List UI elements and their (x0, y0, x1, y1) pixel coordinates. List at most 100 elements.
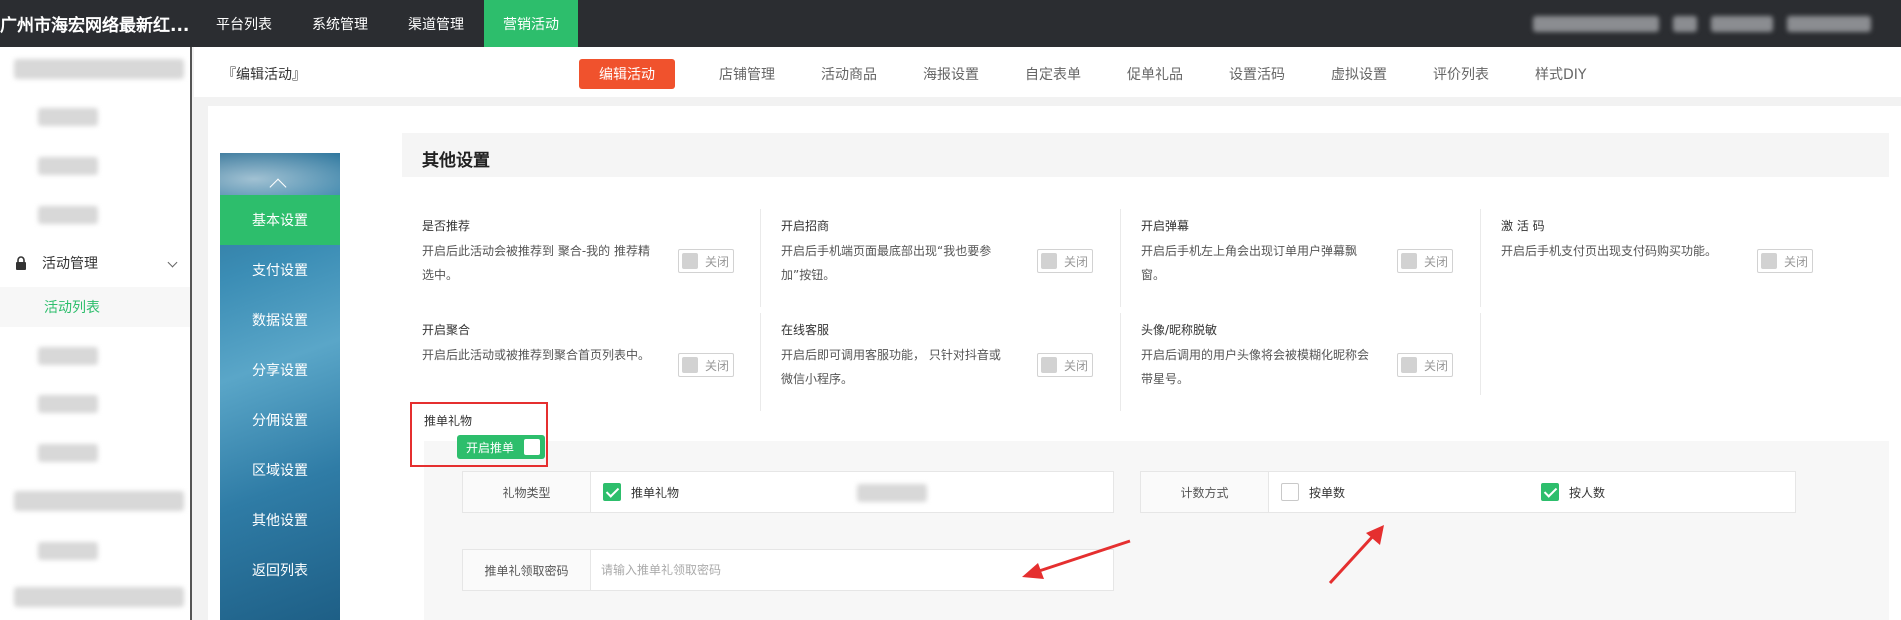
redacted-menu-item[interactable] (14, 587, 184, 607)
toggle-knob (524, 439, 540, 455)
toggle-knob (1041, 253, 1057, 269)
option-title: 激 活 码 (1501, 219, 1545, 233)
section-title: 其他设置 (422, 151, 490, 171)
gift-password-input[interactable] (591, 551, 1111, 589)
count-by-orders[interactable]: 按单数 (1281, 483, 1345, 501)
checkbox-checked-icon[interactable] (603, 483, 621, 501)
redacted-option[interactable] (857, 484, 927, 502)
gift-type-option[interactable]: 推单礼物 (603, 483, 679, 501)
aggregate-toggle[interactable]: 关闭 (678, 353, 734, 377)
top-bar: 广州市海宏网络最新红... 平台列表 系统管理 渠道管理 营销活动 (0, 0, 1901, 47)
nav-marketing[interactable]: 营销活动 (484, 0, 578, 47)
nav-channel-management[interactable]: 渠道管理 (388, 0, 484, 47)
toggle-label: 关闭 (705, 254, 730, 269)
menu-share-settings[interactable]: 分享设置 (220, 345, 340, 395)
menu-payment-settings[interactable]: 支付设置 (220, 245, 340, 295)
menu-back-to-list[interactable]: 返回列表 (220, 545, 340, 595)
online-service-toggle[interactable]: 关闭 (1037, 353, 1093, 377)
menu-basic-settings[interactable]: 基本设置 (220, 195, 340, 245)
tab-edit-activity[interactable]: 编辑活动 (579, 59, 675, 89)
option-online-service: 在线客服 开启后即可调用客服功能， 只针对抖音或微信小程序。 关闭 (760, 313, 1116, 411)
option-title: 在线客服 (781, 323, 830, 337)
option-empty-cell (1480, 313, 1836, 395)
sidebar-group-activity[interactable]: 活动管理 (0, 243, 190, 283)
option-activation-code: 激 活 码 开启后手机支付页出现支付码购买功能。 关闭 (1480, 209, 1836, 307)
option-desc: 开启后手机端页面最底部出现“我也要参加”按钮。 (781, 244, 992, 282)
redacted-text (1673, 15, 1697, 32)
tab-virtual-settings[interactable]: 虚拟设置 (1315, 59, 1403, 89)
redacted-menu-item[interactable] (14, 491, 184, 511)
tab-live-code[interactable]: 设置活码 (1213, 59, 1301, 89)
menu-data-settings[interactable]: 数据设置 (220, 295, 340, 345)
count-by-people[interactable]: 按人数 (1541, 483, 1605, 501)
lock-icon (16, 256, 26, 270)
gift-enable-toggle[interactable]: 开启推单 (457, 435, 545, 459)
menu-region-settings[interactable]: 区域设置 (220, 445, 340, 495)
redacted-text[interactable] (1787, 15, 1871, 32)
redacted-menu-item[interactable] (38, 542, 98, 560)
toggle-label: 关闭 (1784, 254, 1809, 269)
tab-activity-products[interactable]: 活动商品 (805, 59, 893, 89)
tab-poster-settings[interactable]: 海报设置 (907, 59, 995, 89)
settings-side-menu: 基本设置 支付设置 数据设置 分享设置 分佣设置 区域设置 其他设置 返回列表 (220, 153, 340, 620)
checkbox-unchecked-icon[interactable] (1281, 483, 1299, 501)
gift-password-label: 推单礼领取密码 (463, 550, 591, 590)
tab-custom-form[interactable]: 自定表单 (1009, 59, 1097, 89)
option-desc: 开启后调用的用户头像将会被模糊化昵称会带星号。 (1141, 348, 1370, 386)
redacted-menu-item[interactable] (38, 108, 98, 126)
toggle-knob (682, 253, 698, 269)
nav-system-management[interactable]: 系统管理 (292, 0, 388, 47)
toggle-knob (1761, 253, 1777, 269)
tab-review-list[interactable]: 评价列表 (1417, 59, 1505, 89)
redacted-text (1711, 15, 1773, 32)
redacted-menu-item[interactable] (38, 444, 98, 462)
option-desc: 开启后手机支付页出现支付码购买功能。 (1501, 244, 1718, 258)
danmaku-toggle[interactable]: 关闭 (1397, 249, 1453, 273)
option-merchant: 开启招商 开启后手机端页面最底部出现“我也要参加”按钮。 关闭 (760, 209, 1116, 307)
toggle-label: 开启推单 (466, 440, 515, 455)
nav-platform-list[interactable]: 平台列表 (196, 0, 292, 47)
recommend-toggle[interactable]: 关闭 (678, 249, 734, 273)
option-desensitize: 头像/昵称脱敏 开启后调用的用户头像将会被模糊化昵称会带星号。 关闭 (1120, 313, 1476, 411)
desensitize-toggle[interactable]: 关闭 (1397, 353, 1453, 377)
redacted-menu-item[interactable] (38, 206, 98, 224)
toggle-label: 关闭 (705, 358, 730, 373)
merchant-toggle[interactable]: 关闭 (1037, 249, 1093, 273)
option-desc: 开启后此活动或被推荐到聚合首页列表中。 (422, 348, 651, 362)
sidebar-group-label: 活动管理 (42, 256, 98, 272)
brand-name: 广州市海宏网络最新红... (0, 16, 190, 36)
activation-code-toggle[interactable]: 关闭 (1757, 249, 1813, 273)
menu-other-settings[interactable]: 其他设置 (220, 495, 340, 545)
tab-promo-gift[interactable]: 促单礼品 (1111, 59, 1199, 89)
option-aggregate: 开启聚合 开启后此活动或被推荐到聚合首页列表中。 关闭 (402, 313, 758, 411)
option-desc: 开启后此活动会被推荐到 聚合-我的 推荐精选中。 (422, 244, 650, 282)
chevron-up-icon[interactable] (269, 178, 287, 196)
tab-bar: 『编辑活动』 编辑活动 店铺管理 活动商品 海报设置 自定表单 促单礼品 设置活… (194, 47, 1901, 97)
toggle-knob (1401, 253, 1417, 269)
toggle-label: 关闭 (1424, 358, 1449, 373)
toggle-label: 关闭 (1064, 358, 1089, 373)
gift-type-label: 礼物类型 (463, 472, 591, 512)
redacted-menu-item[interactable] (38, 395, 98, 413)
chevron-down-icon (167, 257, 178, 268)
gift-title: 推单礼物 (424, 414, 473, 428)
sidebar-item-activity-list[interactable]: 活动列表 (0, 287, 190, 327)
redacted-menu-item[interactable] (38, 347, 98, 365)
sidebar-item-label: 活动列表 (44, 300, 100, 316)
toggle-knob (1401, 357, 1417, 373)
redacted-text (1533, 15, 1659, 32)
count-by-orders-label: 按单数 (1309, 485, 1346, 500)
redacted-menu-item[interactable] (14, 59, 184, 79)
gift-type-option-label: 推单礼物 (631, 485, 680, 500)
toggle-label: 关闭 (1064, 254, 1089, 269)
top-nav: 平台列表 系统管理 渠道管理 营销活动 (196, 0, 578, 47)
tab-style-diy[interactable]: 样式DIY (1519, 59, 1602, 89)
option-title: 开启弹幕 (1141, 219, 1190, 233)
tab-store-management[interactable]: 店铺管理 (703, 59, 791, 89)
count-mode-row: 计数方式 按单数 按人数 (1140, 471, 1796, 513)
redacted-menu-item[interactable] (38, 157, 98, 175)
user-area (1533, 0, 1901, 47)
toggle-label: 关闭 (1424, 254, 1449, 269)
menu-commission-settings[interactable]: 分佣设置 (220, 395, 340, 445)
checkbox-checked-icon[interactable] (1541, 483, 1559, 501)
